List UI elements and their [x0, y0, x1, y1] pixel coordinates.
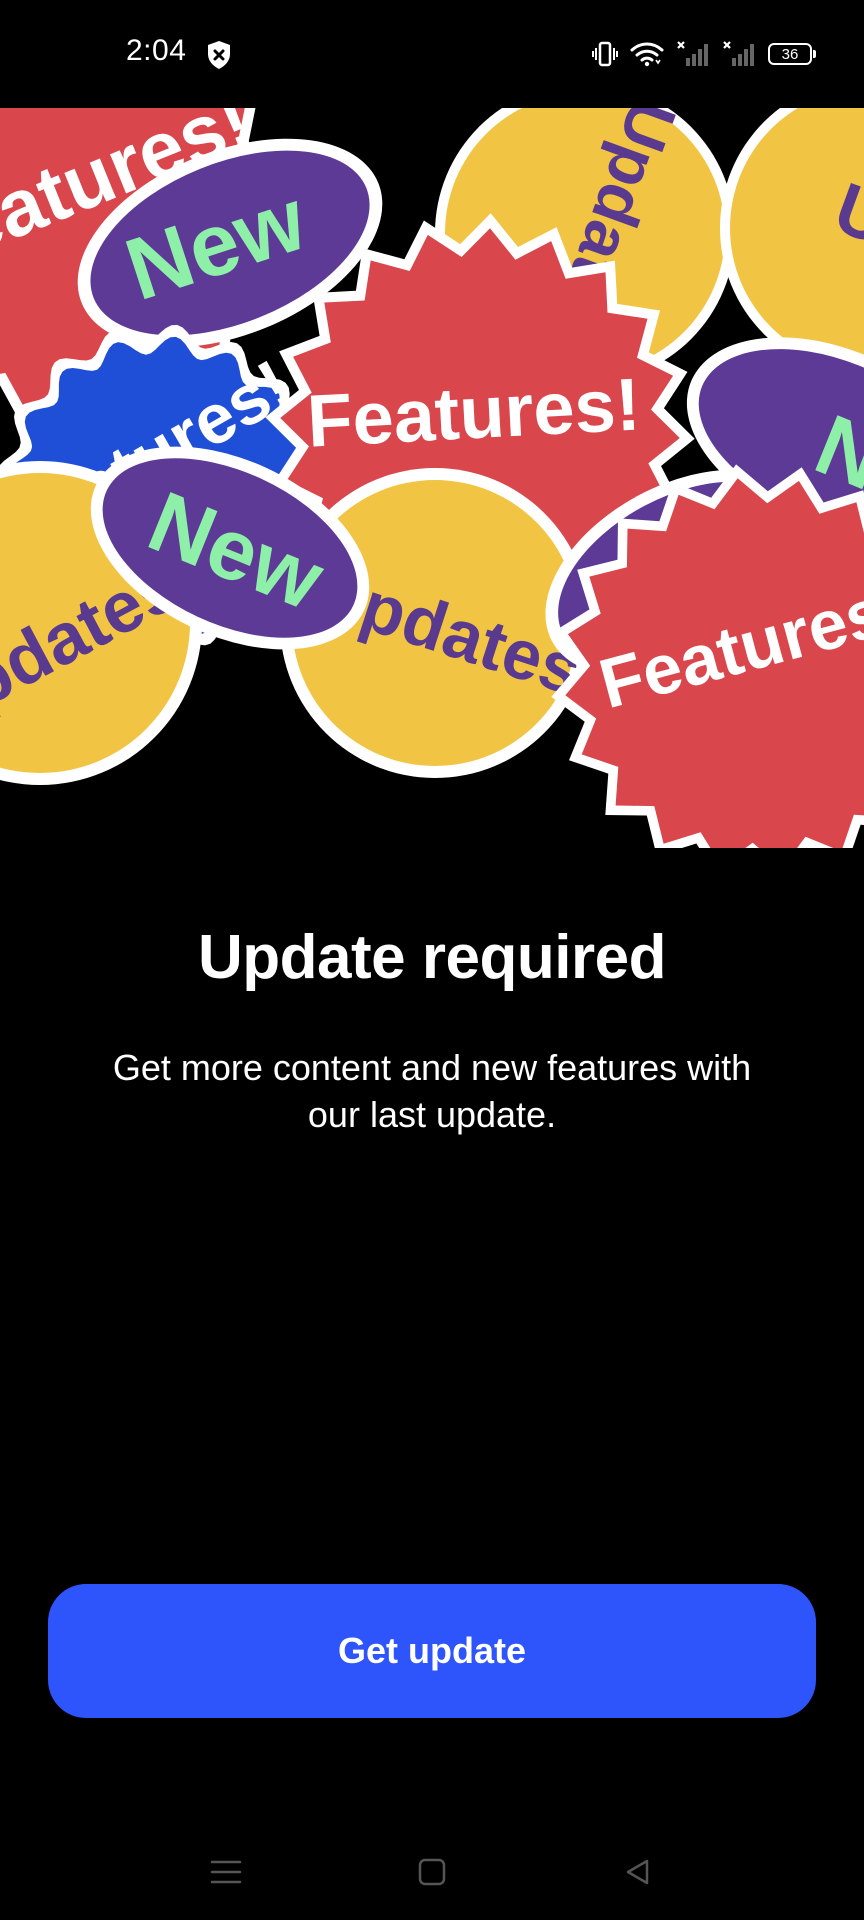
- battery-icon: 36: [768, 43, 816, 65]
- get-update-button[interactable]: Get update: [48, 1584, 816, 1718]
- signal-no-service-icon: [722, 40, 756, 68]
- status-bar: 2:04 36: [0, 0, 864, 108]
- home-icon[interactable]: [408, 1848, 456, 1896]
- page-title: Update required: [198, 923, 666, 992]
- status-time: 2:04: [126, 34, 187, 67]
- wifi-icon: [630, 40, 664, 68]
- hero-stickers-illustration: Features! Updates Updates New Features!: [0, 108, 864, 848]
- vibrate-icon: [592, 41, 618, 67]
- status-icons: 36: [592, 36, 816, 72]
- sticker-updates-topright: Updates: [720, 108, 864, 378]
- shield-x-icon: [206, 40, 232, 70]
- system-nav-bar: [0, 1820, 864, 1920]
- sticker-label: Features!: [305, 362, 642, 462]
- back-icon[interactable]: [614, 1848, 662, 1896]
- battery-level: 36: [781, 45, 799, 63]
- page-subtitle: Get more content and new features with o…: [112, 1047, 752, 1135]
- signal-no-service-icon: [676, 40, 710, 68]
- menu-icon[interactable]: [202, 1848, 250, 1896]
